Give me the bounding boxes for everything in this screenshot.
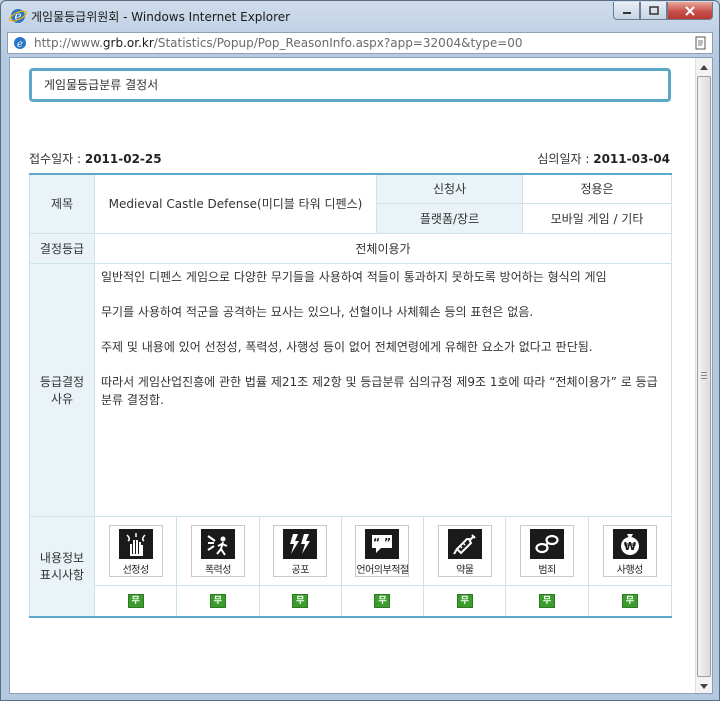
descriptor-language: “ ” 언어의부적절 무 — [341, 516, 425, 616]
descriptor-label: 언어의부적절 — [356, 564, 409, 576]
minimize-button[interactable] — [613, 2, 640, 20]
review-date: 심의일자 : 2011-03-04 — [537, 150, 670, 167]
ie-logo-icon: e — [9, 9, 27, 23]
scroll-down-button[interactable] — [696, 678, 712, 693]
vertical-scrollbar[interactable] — [695, 58, 712, 693]
title-bar[interactable]: e 게임물등급위원회 - Windows Internet Explorer — [1, 1, 719, 31]
speech-bubble-icon: “ ” — [365, 528, 400, 559]
review-label: 심의일자 : — [537, 152, 594, 166]
descriptor-gambling: ₩ 사행성 무 — [588, 517, 671, 616]
ie-page-icon: e — [14, 37, 26, 50]
descriptor-label: 선정성 — [122, 564, 150, 576]
svg-text:e: e — [17, 39, 23, 50]
reason-paragraph: 따라서 게임산업진흥에 관한 법률 제21조 제2항 및 등급분류 심의규정 제… — [101, 374, 658, 407]
rating-info-table: 제목 Medieval Castle Defense(미디블 타워 디펜스) 신… — [29, 173, 672, 618]
status-badge: 무 — [292, 593, 309, 608]
browser-window: e 게임물등급위원회 - Windows Internet Explorer e… — [0, 0, 720, 701]
window-title: 게임물등급위원회 - Windows Internet Explorer — [31, 10, 291, 24]
content-descriptors: 선정성 무 폭력성 무 공포 무 “ ” 언어의부적절 무 약물 무 범죄 무 … — [94, 515, 672, 617]
maximize-icon — [648, 6, 659, 15]
reason-label: 등급결정사유 — [29, 262, 95, 517]
close-icon — [685, 5, 695, 16]
status-badge: 무 — [209, 593, 226, 608]
url-text: http://www.grb.or.kr/Statistics/Popup/Po… — [34, 36, 523, 50]
title-label: 제목 — [29, 173, 95, 234]
descriptor-label: 공포 — [291, 564, 310, 576]
grip-icon — [701, 372, 707, 379]
reason-text: 일반적인 디펜스 게임으로 다양한 무기들을 사용하여 적들이 통과하지 못하도… — [94, 262, 672, 517]
minimize-icon — [622, 11, 631, 14]
chevron-up-icon — [700, 64, 708, 70]
scroll-up-button[interactable] — [696, 58, 712, 75]
applicant-value: 정용은 — [522, 173, 672, 204]
status-badge: 무 — [621, 593, 638, 608]
maximize-button[interactable] — [640, 2, 667, 20]
rating-label: 결정등급 — [29, 232, 95, 264]
reason-paragraph: 무기를 사용하여 적군을 공격하는 묘사는 있으나, 선혈이나 사체훼손 등의 … — [101, 304, 534, 319]
address-bar[interactable]: e http://www.grb.or.kr/Statistics/Popup/… — [7, 32, 713, 54]
handcuffs-icon — [530, 528, 565, 559]
received-value: 2011-02-25 — [84, 152, 162, 166]
url-path: /Statistics/Popup/Pop_ReasonInfo.aspx?ap… — [153, 36, 523, 50]
page-icon[interactable] — [694, 36, 708, 50]
url-domain: grb.or.kr — [102, 36, 154, 50]
lightning-icon — [283, 528, 318, 559]
chevron-down-icon — [700, 683, 708, 689]
content-info-label: 내용정보표시사항 — [29, 515, 95, 617]
descriptor-label: 범죄 — [538, 564, 556, 576]
descriptor-crime: 범죄 무 — [506, 516, 589, 616]
close-button[interactable] — [667, 2, 713, 20]
status-badge: 무 — [127, 593, 144, 608]
status-badge: 무 — [539, 593, 556, 608]
platform-value: 모바일 게임 / 기타 — [522, 202, 672, 234]
scrollbar-thumb[interactable] — [697, 76, 711, 677]
status-badge: 무 — [374, 593, 391, 608]
platform-label: 플랫폼/장르 — [376, 202, 523, 234]
title-value: Medieval Castle Defense(미디블 타워 디펜스) — [94, 173, 377, 234]
descriptor-violence: 폭력성 무 — [177, 516, 260, 616]
window-controls — [613, 2, 713, 20]
descriptor-label: 사행성 — [616, 564, 644, 576]
status-badge: 무 — [456, 593, 473, 608]
content-label-line1: 내용정보 — [39, 551, 85, 565]
descriptor-drugs: 약물 무 — [424, 516, 507, 616]
received-date: 접수일자 : 2011-02-25 — [29, 150, 162, 167]
svg-text:₩: ₩ — [624, 540, 636, 553]
descriptor-sexuality: 선정성 무 — [95, 516, 178, 616]
violence-icon — [200, 528, 235, 559]
descriptor-label: 약물 — [456, 564, 474, 576]
hand-icon — [118, 528, 153, 559]
url-prefix: http://www. — [34, 36, 103, 50]
review-value: 2011-03-04 — [593, 152, 670, 166]
descriptor-fear: 공포 무 — [259, 516, 342, 616]
content-label-line2: 표시사항 — [39, 568, 85, 582]
document-title: 게임물등급분류 결정서 — [29, 68, 671, 102]
money-bag-icon: ₩ — [612, 528, 647, 559]
svg-text:“ ”: “ ” — [373, 536, 391, 549]
page-content: 게임물등급분류 결정서 접수일자 : 2011-02-25 심의일자 : 201… — [9, 57, 713, 694]
descriptor-label: 폭력성 — [204, 564, 232, 576]
applicant-label: 신청사 — [376, 173, 523, 204]
received-label: 접수일자 : — [29, 152, 85, 166]
syringe-icon — [447, 528, 482, 559]
rating-value: 전체이용가 — [94, 232, 672, 264]
reason-label-line1: 등급결정 — [39, 374, 85, 389]
reason-paragraph: 주제 및 내용에 있어 선정성, 폭력성, 사행성 등이 없어 전체연령에게 유… — [101, 339, 593, 354]
reason-label-line2: 사유 — [50, 391, 74, 406]
reason-paragraph: 일반적인 디펜스 게임으로 다양한 무기들을 사용하여 적들이 통과하지 못하도… — [101, 269, 607, 284]
